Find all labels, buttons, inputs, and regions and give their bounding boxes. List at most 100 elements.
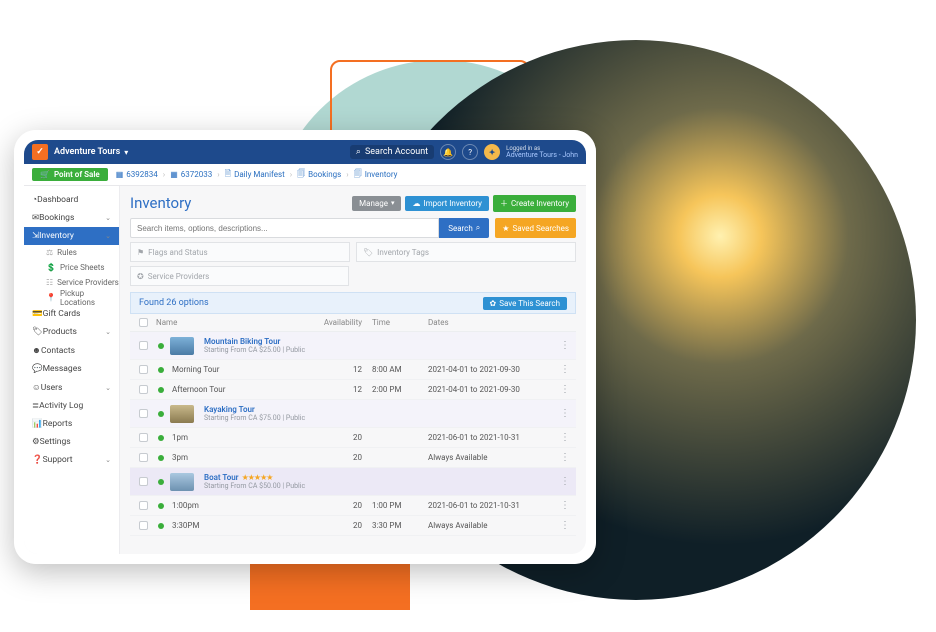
import-inventory-button[interactable]: ☁Import Inventory (405, 196, 489, 211)
subitem-icon: ⚖ (46, 248, 53, 257)
table-row[interactable]: Mountain Biking TourStarting From CA $25… (130, 332, 576, 360)
manage-button[interactable]: Manage▾ (352, 196, 401, 211)
search-account-label: Search Account (365, 147, 428, 157)
row-checkbox[interactable] (139, 433, 148, 442)
sidebar-item-label: Products (43, 327, 77, 337)
filter-tags[interactable]: 🏷 Inventory Tags (356, 242, 576, 262)
row-checkbox[interactable] (139, 521, 148, 530)
login-info[interactable]: Logged in as Adventure Tours - John (506, 146, 578, 159)
sidebar-item-products[interactable]: 🏷Products⌄ (24, 323, 119, 341)
inventory-subtitle: Starting From CA $75.00 | Public (204, 414, 318, 422)
provider-icon: ✪ (137, 272, 144, 281)
sidebar-subitem-price-sheets[interactable]: 💲Price Sheets (24, 260, 119, 275)
sidebar-item-messages[interactable]: 💬Messages (24, 360, 119, 378)
row-actions-button[interactable]: ⋮ (558, 452, 572, 463)
row-checkbox[interactable] (139, 385, 148, 394)
table-row[interactable]: Kayaking TourStarting From CA $75.00 | P… (130, 400, 576, 428)
row-actions-button[interactable]: ⋮ (558, 340, 572, 351)
inventory-thumbnail (170, 473, 194, 491)
col-dates[interactable]: Dates (428, 318, 558, 327)
sidebar-subitem-rules[interactable]: ⚖Rules (24, 245, 119, 260)
col-availability[interactable]: Availability (318, 318, 372, 327)
row-actions-button[interactable]: ⋮ (558, 408, 572, 419)
row-checkbox[interactable] (139, 341, 148, 350)
availability-value: 20 (318, 453, 372, 462)
breadcrumb-link[interactable]: 🗐Inventory (354, 168, 398, 182)
inventory-subtitle: Starting From CA $25.00 | Public (204, 346, 318, 354)
table-row[interactable]: 3pm20Always Available⋮ (130, 448, 576, 468)
flag-icon: ⚑ (137, 248, 144, 257)
app-menu-chevron-icon[interactable]: ▾ (124, 148, 128, 157)
row-actions-button[interactable]: ⋮ (558, 364, 572, 375)
breadcrumb-link[interactable]: 🗐Bookings (297, 168, 341, 182)
table-row[interactable]: Afternoon Tour122:00 PM2021-04-01 to 202… (130, 380, 576, 400)
filter-providers[interactable]: ✪ Service Providers (130, 266, 349, 286)
status-dot-icon (158, 523, 164, 529)
row-checkbox[interactable] (139, 409, 148, 418)
table-row[interactable]: 3:30PM203:30 PMAlways Available⋮ (130, 516, 576, 536)
select-all-checkbox[interactable] (139, 318, 148, 327)
option-name: 1pm (170, 433, 318, 442)
table-row[interactable]: 1:00pm201:00 PM2021-06-01 to 2021-10-31⋮ (130, 496, 576, 516)
save-this-search-button[interactable]: ✿Save This Search (483, 297, 567, 310)
settings-icon: ⚙ (32, 437, 40, 447)
search-account-button[interactable]: ⌕ Search Account (350, 145, 434, 159)
table-row[interactable]: Boat Tour★★★★★Starting From CA $50.00 | … (130, 468, 576, 496)
breadcrumb-link[interactable]: 🗎Daily Manifest (225, 168, 285, 182)
sidebar-item-reports[interactable]: 📊Reports (24, 415, 119, 433)
inventory-name: Kayaking Tour (204, 405, 255, 414)
col-name[interactable]: Name (152, 318, 318, 327)
help-icon[interactable]: ? (462, 144, 478, 160)
time-value: 2:00 PM (372, 385, 428, 394)
messages-icon: 💬 (32, 364, 43, 374)
table-row[interactable]: 1pm202021-06-01 to 2021-10-31⋮ (130, 428, 576, 448)
sidebar-item-settings[interactable]: ⚙Settings (24, 433, 119, 451)
sidebar-item-contacts[interactable]: ☻Contacts (24, 341, 119, 360)
sidebar-item-support[interactable]: ❓Support⌄ (24, 451, 119, 469)
notifications-icon[interactable]: 🔔 (440, 144, 456, 160)
sidebar-item-label: Support (43, 455, 73, 465)
status-dot-icon (158, 455, 164, 461)
sidebar-item-bookings[interactable]: ✉Bookings⌄ (24, 209, 119, 227)
sidebar-item-dashboard[interactable]: ◔Dashboard (24, 190, 119, 209)
search-button[interactable]: Search⌕ (439, 218, 489, 238)
create-inventory-button[interactable]: ＋Create Inventory (493, 195, 576, 212)
row-checkbox[interactable] (139, 365, 148, 374)
breadcrumb-link[interactable]: ▦6372033 (170, 170, 212, 179)
sidebar-subitem-pickup-locations[interactable]: 📍Pickup Locations (24, 290, 119, 305)
row-checkbox[interactable] (139, 501, 148, 510)
sidebar-item-users[interactable]: ☺Users⌄ (24, 378, 119, 397)
search-input[interactable] (130, 218, 439, 238)
user-avatar-icon[interactable]: ✦ (484, 144, 500, 160)
status-dot-icon (158, 503, 164, 509)
row-actions-button[interactable]: ⋮ (558, 432, 572, 443)
row-checkbox[interactable] (139, 477, 148, 486)
sidebar-item-activity-log[interactable]: ≣Activity Log (24, 397, 119, 415)
row-actions-button[interactable]: ⋮ (558, 500, 572, 511)
sidebar-item-label: Users (41, 383, 63, 393)
page-title: Inventory (130, 194, 191, 212)
gift-cards-icon: 💳 (32, 309, 43, 319)
row-checkbox[interactable] (139, 453, 148, 462)
logged-in-user: Adventure Tours - John (506, 152, 578, 159)
point-of-sale-button[interactable]: 🛒 Point of Sale (32, 168, 108, 181)
filter-flags[interactable]: ⚑ Flags and Status (130, 242, 350, 262)
row-actions-button[interactable]: ⋮ (558, 384, 572, 395)
dates-value: 2021-06-01 to 2021-10-31 (428, 433, 558, 442)
sidebar-item-gift-cards[interactable]: 💳Gift Cards (24, 305, 119, 323)
row-actions-button[interactable]: ⋮ (558, 520, 572, 531)
star-rating-icon: ★★★★★ (242, 473, 273, 482)
col-time[interactable]: Time (372, 318, 428, 327)
breadcrumb-link[interactable]: ▦6392834 (116, 170, 158, 179)
saved-searches-button[interactable]: ★Saved Searches (495, 218, 576, 238)
table-row[interactable]: Morning Tour128:00 AM2021-04-01 to 2021-… (130, 360, 576, 380)
sidebar-item-label: Reports (43, 419, 73, 429)
cart-icon: 🛒 (40, 170, 50, 179)
app-title[interactable]: Adventure Tours (54, 147, 120, 157)
breadcrumb-bar: 🛒 Point of Sale ▦6392834›▦6372033›🗎Daily… (24, 164, 586, 186)
row-actions-button[interactable]: ⋮ (558, 476, 572, 487)
sidebar-item-inventory[interactable]: ⇲Inventory⌄ (24, 227, 119, 245)
sidebar-item-label: Settings (40, 437, 71, 447)
sidebar-item-label: Messages (43, 364, 82, 374)
breadcrumb-icon: 🗐 (354, 168, 362, 182)
